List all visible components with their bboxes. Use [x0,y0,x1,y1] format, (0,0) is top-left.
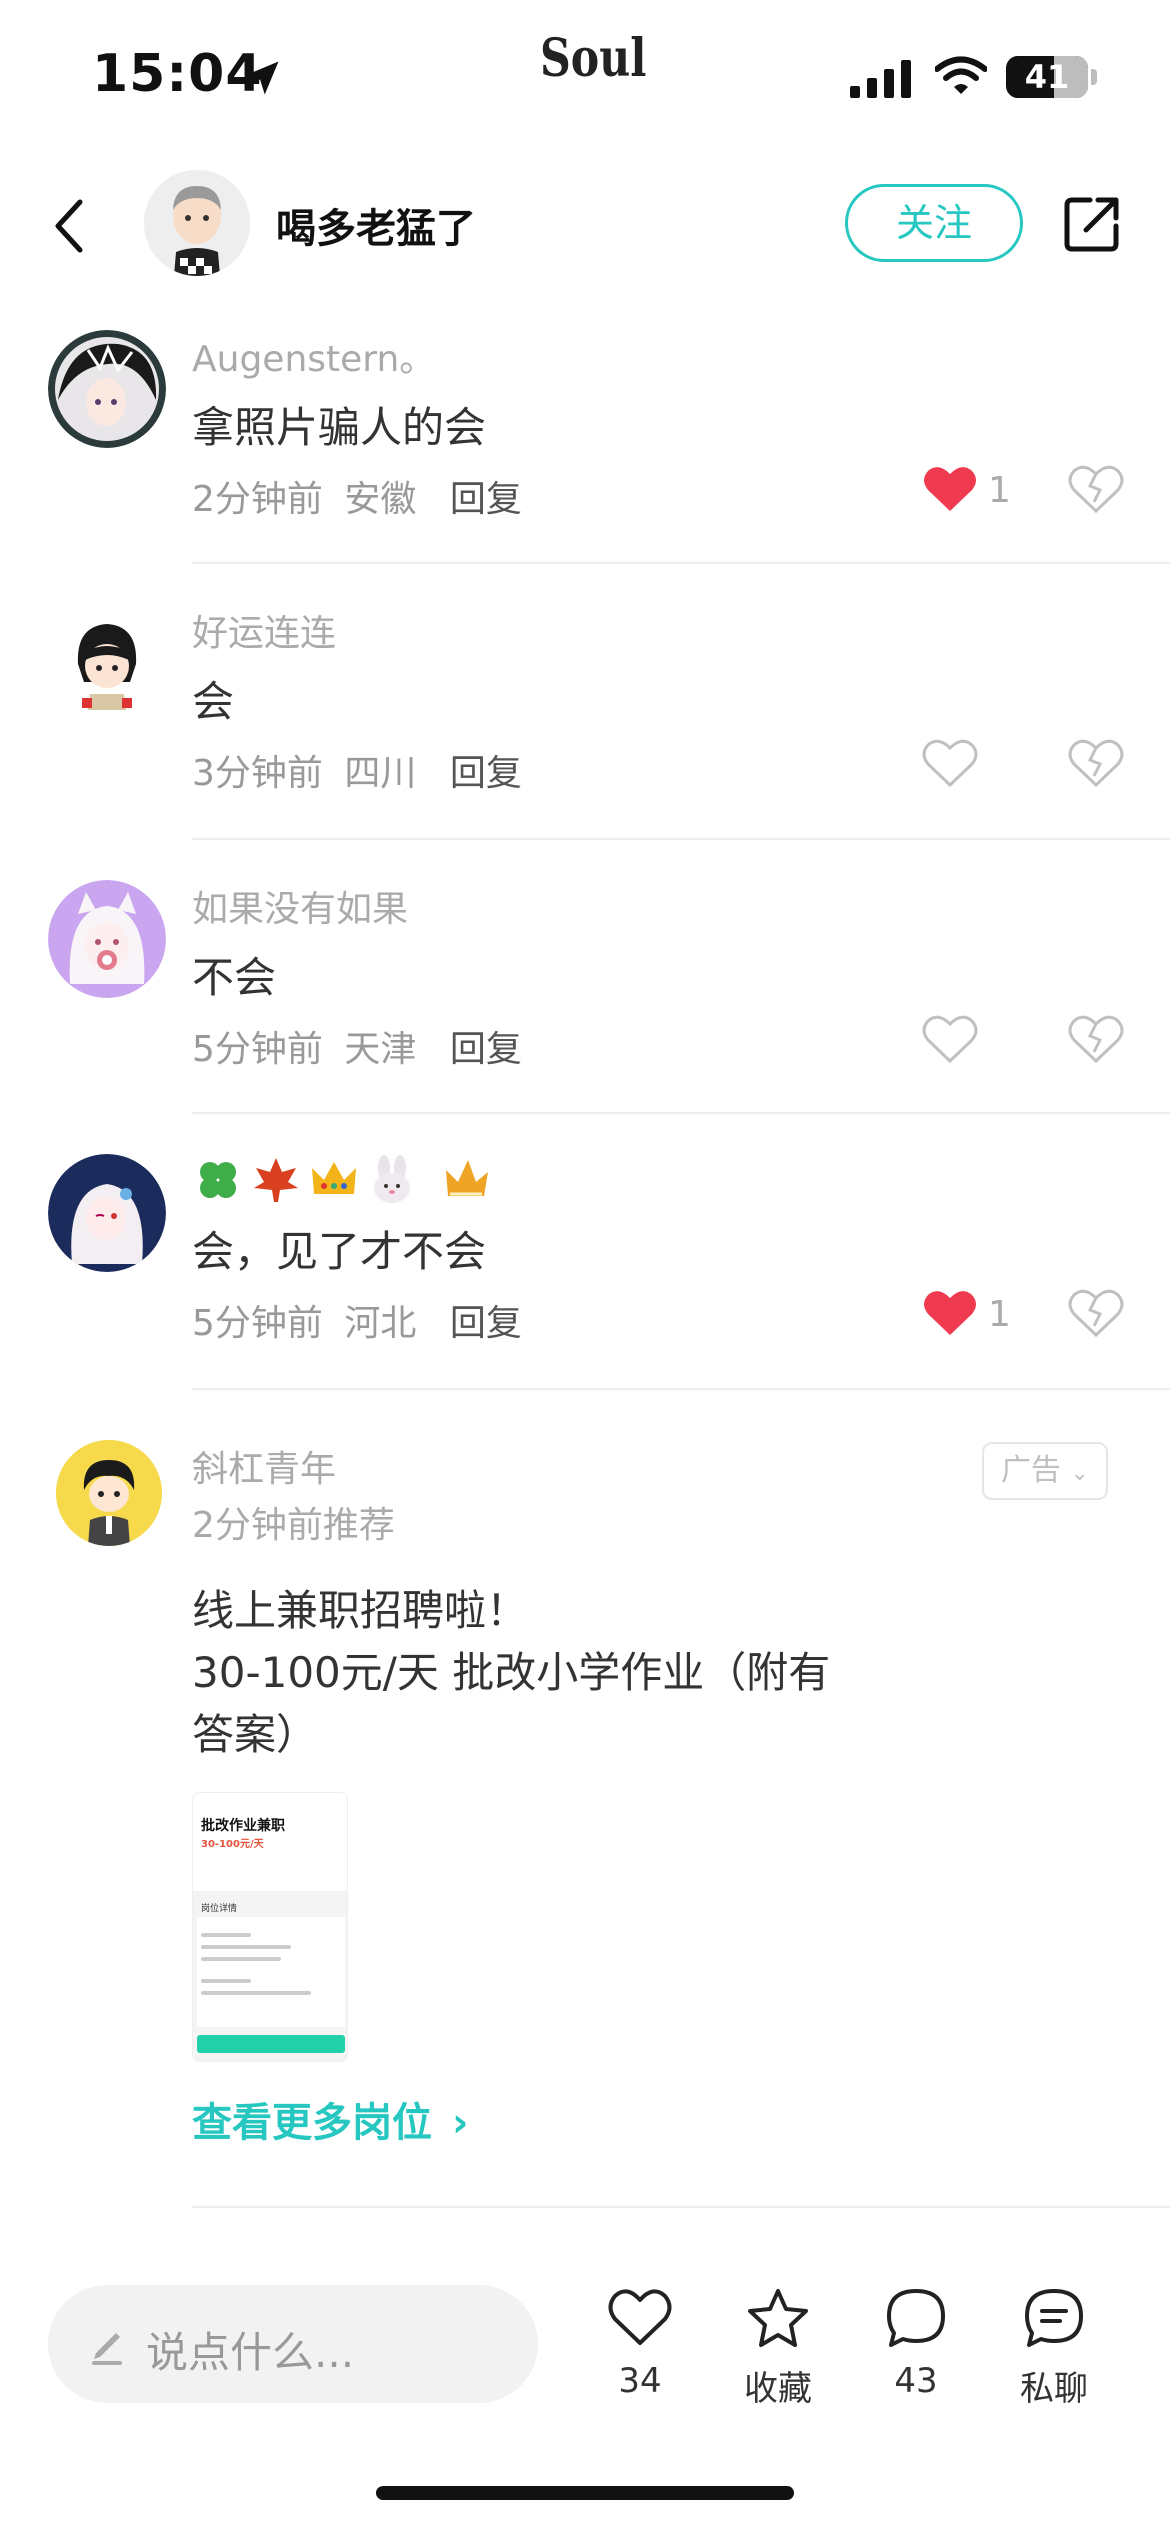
reply-button[interactable]: 回复 [450,1303,522,1344]
comment-location: 河北 [344,1303,417,1344]
share-external-icon[interactable] [1062,194,1122,254]
comment-input-placeholder: 说点什么... [146,2328,355,2377]
status-time: 15:04 [92,44,263,104]
comment-time: 3分钟前 [192,753,323,794]
ad-text-line: 线上兼职招聘啦！ [192,1586,529,1635]
author-name[interactable]: 喝多老猛了 [276,196,476,254]
comment-time: 5分钟前 [192,1303,323,1344]
cellular-signal-icon [850,60,911,98]
broken-heart-icon[interactable] [1068,464,1124,514]
home-indicator[interactable] [376,2486,794,2500]
chevron-down-icon: ⌄ [1070,1461,1089,1486]
advertiser-avatar[interactable] [56,1440,162,1546]
commenter-name[interactable]: Augenstern。 [192,330,435,382]
heart-filled-icon[interactable] [922,1288,978,1338]
broken-heart-icon[interactable] [1068,738,1124,788]
comment-text: 会，见了才不会 [192,1227,487,1276]
reply-button[interactable]: 回复 [450,1029,522,1070]
commenter-avatar[interactable] [48,880,166,998]
view-more-jobs-link[interactable]: 查看更多岗位 › [192,2090,468,2148]
ad-image-cta [197,2035,345,2053]
collect-label: 收藏 [744,2369,812,2409]
divider [192,1388,1170,1390]
comment-meta: 3分钟前 四川 回复 [192,744,522,796]
sponsored-post: 斜杠青年 2分钟前推荐 广告 ⌄ 线上兼职招聘啦！ 30-100元/天 批改小学… [0,1440,1170,2210]
divider [192,562,1170,564]
comment-time: 5分钟前 [192,1029,323,1070]
ad-badge-label: 广告 [1001,1453,1061,1488]
comment-text: 会 [192,677,235,726]
comment-text: 拿照片骗人的会 [192,403,487,452]
post-header: 喝多老猛了 关注 [0,160,1170,290]
chat-bubble-lines-icon [1025,2289,1083,2347]
chevron-left-icon[interactable] [46,198,96,254]
star-outline-icon [748,2289,808,2347]
ad-text: 线上兼职招聘啦！ 30-100元/天 批改小学作业（附有 答案） [192,1580,912,1766]
reply-button[interactable]: 回复 [450,753,522,794]
battery-level: 41 [1024,58,1070,96]
ad-image-salary: 30-100元/天 [201,1839,264,1850]
reply-button[interactable]: 回复 [450,479,522,520]
comment-meta: 2分钟前 安徽 回复 [192,470,522,522]
crown-icon [312,1162,356,1194]
divider [192,838,1170,840]
comment-button[interactable]: 43 [856,2287,976,2417]
heart-outline-icon[interactable] [922,738,978,788]
broken-heart-icon[interactable] [1068,1014,1124,1064]
like-button[interactable]: 34 [580,2287,700,2417]
ad-image-title: 批改作业兼职 [201,1818,285,1834]
like-count: 1 [988,1294,1011,1335]
battery-indicator: 41 [1006,56,1088,98]
ad-image[interactable]: 批改作业兼职 30-100元/天 岗位详情 [192,1792,348,2062]
commenter-name-emojis[interactable] [192,1154,492,1210]
heart-outline-icon [608,2289,672,2345]
private-chat-label: 私聊 [1020,2369,1088,2409]
comment-meta: 5分钟前 天津 回复 [192,1020,522,1072]
heart-outline-icon[interactable] [922,1014,978,1064]
collect-button[interactable]: 收藏 [718,2287,838,2417]
post-like-count: 34 [618,2361,662,2401]
heart-filled-icon[interactable] [922,464,978,514]
post-comment-count: 43 [894,2361,938,2401]
status-bar: 15:04 Soul 41 [0,0,1170,150]
ad-image-section: 岗位详情 [201,1904,238,1914]
comment-meta: 5分钟前 河北 回复 [192,1294,522,1346]
comment-time: 2分钟前 [192,479,323,520]
comment-location: 四川 [344,753,417,794]
ad-time: 2分钟前推荐 [192,1505,395,1546]
comment-text: 不会 [192,953,277,1002]
location-arrow-icon [245,61,279,95]
ad-text-line: 答案） [192,1710,319,1759]
advertiser-name[interactable]: 斜杠青年 [192,1440,336,1492]
chevron-right-icon: › [451,2100,469,2146]
commenter-name[interactable]: 如果没有如果 [192,880,408,932]
like-count: 1 [988,470,1011,511]
rabbit-face-icon [374,1155,410,1203]
ad-badge[interactable]: 广告 ⌄ [982,1442,1108,1500]
comment-location: 安徽 [344,479,417,520]
broken-heart-icon[interactable] [1068,1288,1124,1338]
pencil-icon [92,2333,122,2365]
maple-leaf-icon [254,1158,298,1202]
commenter-avatar[interactable] [48,1154,166,1272]
ad-text-line: 30-100元/天 批改小学作业（附有 [192,1648,831,1697]
four-leaf-clover-icon [200,1162,236,1198]
follow-button[interactable]: 关注 [845,184,1023,262]
commenter-name[interactable]: 好运连连 [192,604,336,656]
comment-location: 天津 [344,1029,417,1070]
commenter-avatar[interactable] [48,604,166,722]
divider [192,1112,1170,1114]
gold-crown-icon [446,1160,488,1196]
soul-logo: Soul [540,28,647,89]
wifi-icon [935,56,987,94]
commenter-avatar[interactable] [48,330,166,448]
view-more-label: 查看更多岗位 [192,2100,432,2146]
divider [192,2206,1170,2208]
comment-input[interactable]: 说点什么... [48,2285,538,2403]
speech-bubble-icon [887,2289,945,2347]
author-avatar[interactable] [144,170,250,276]
private-chat-button[interactable]: 私聊 [994,2287,1114,2417]
